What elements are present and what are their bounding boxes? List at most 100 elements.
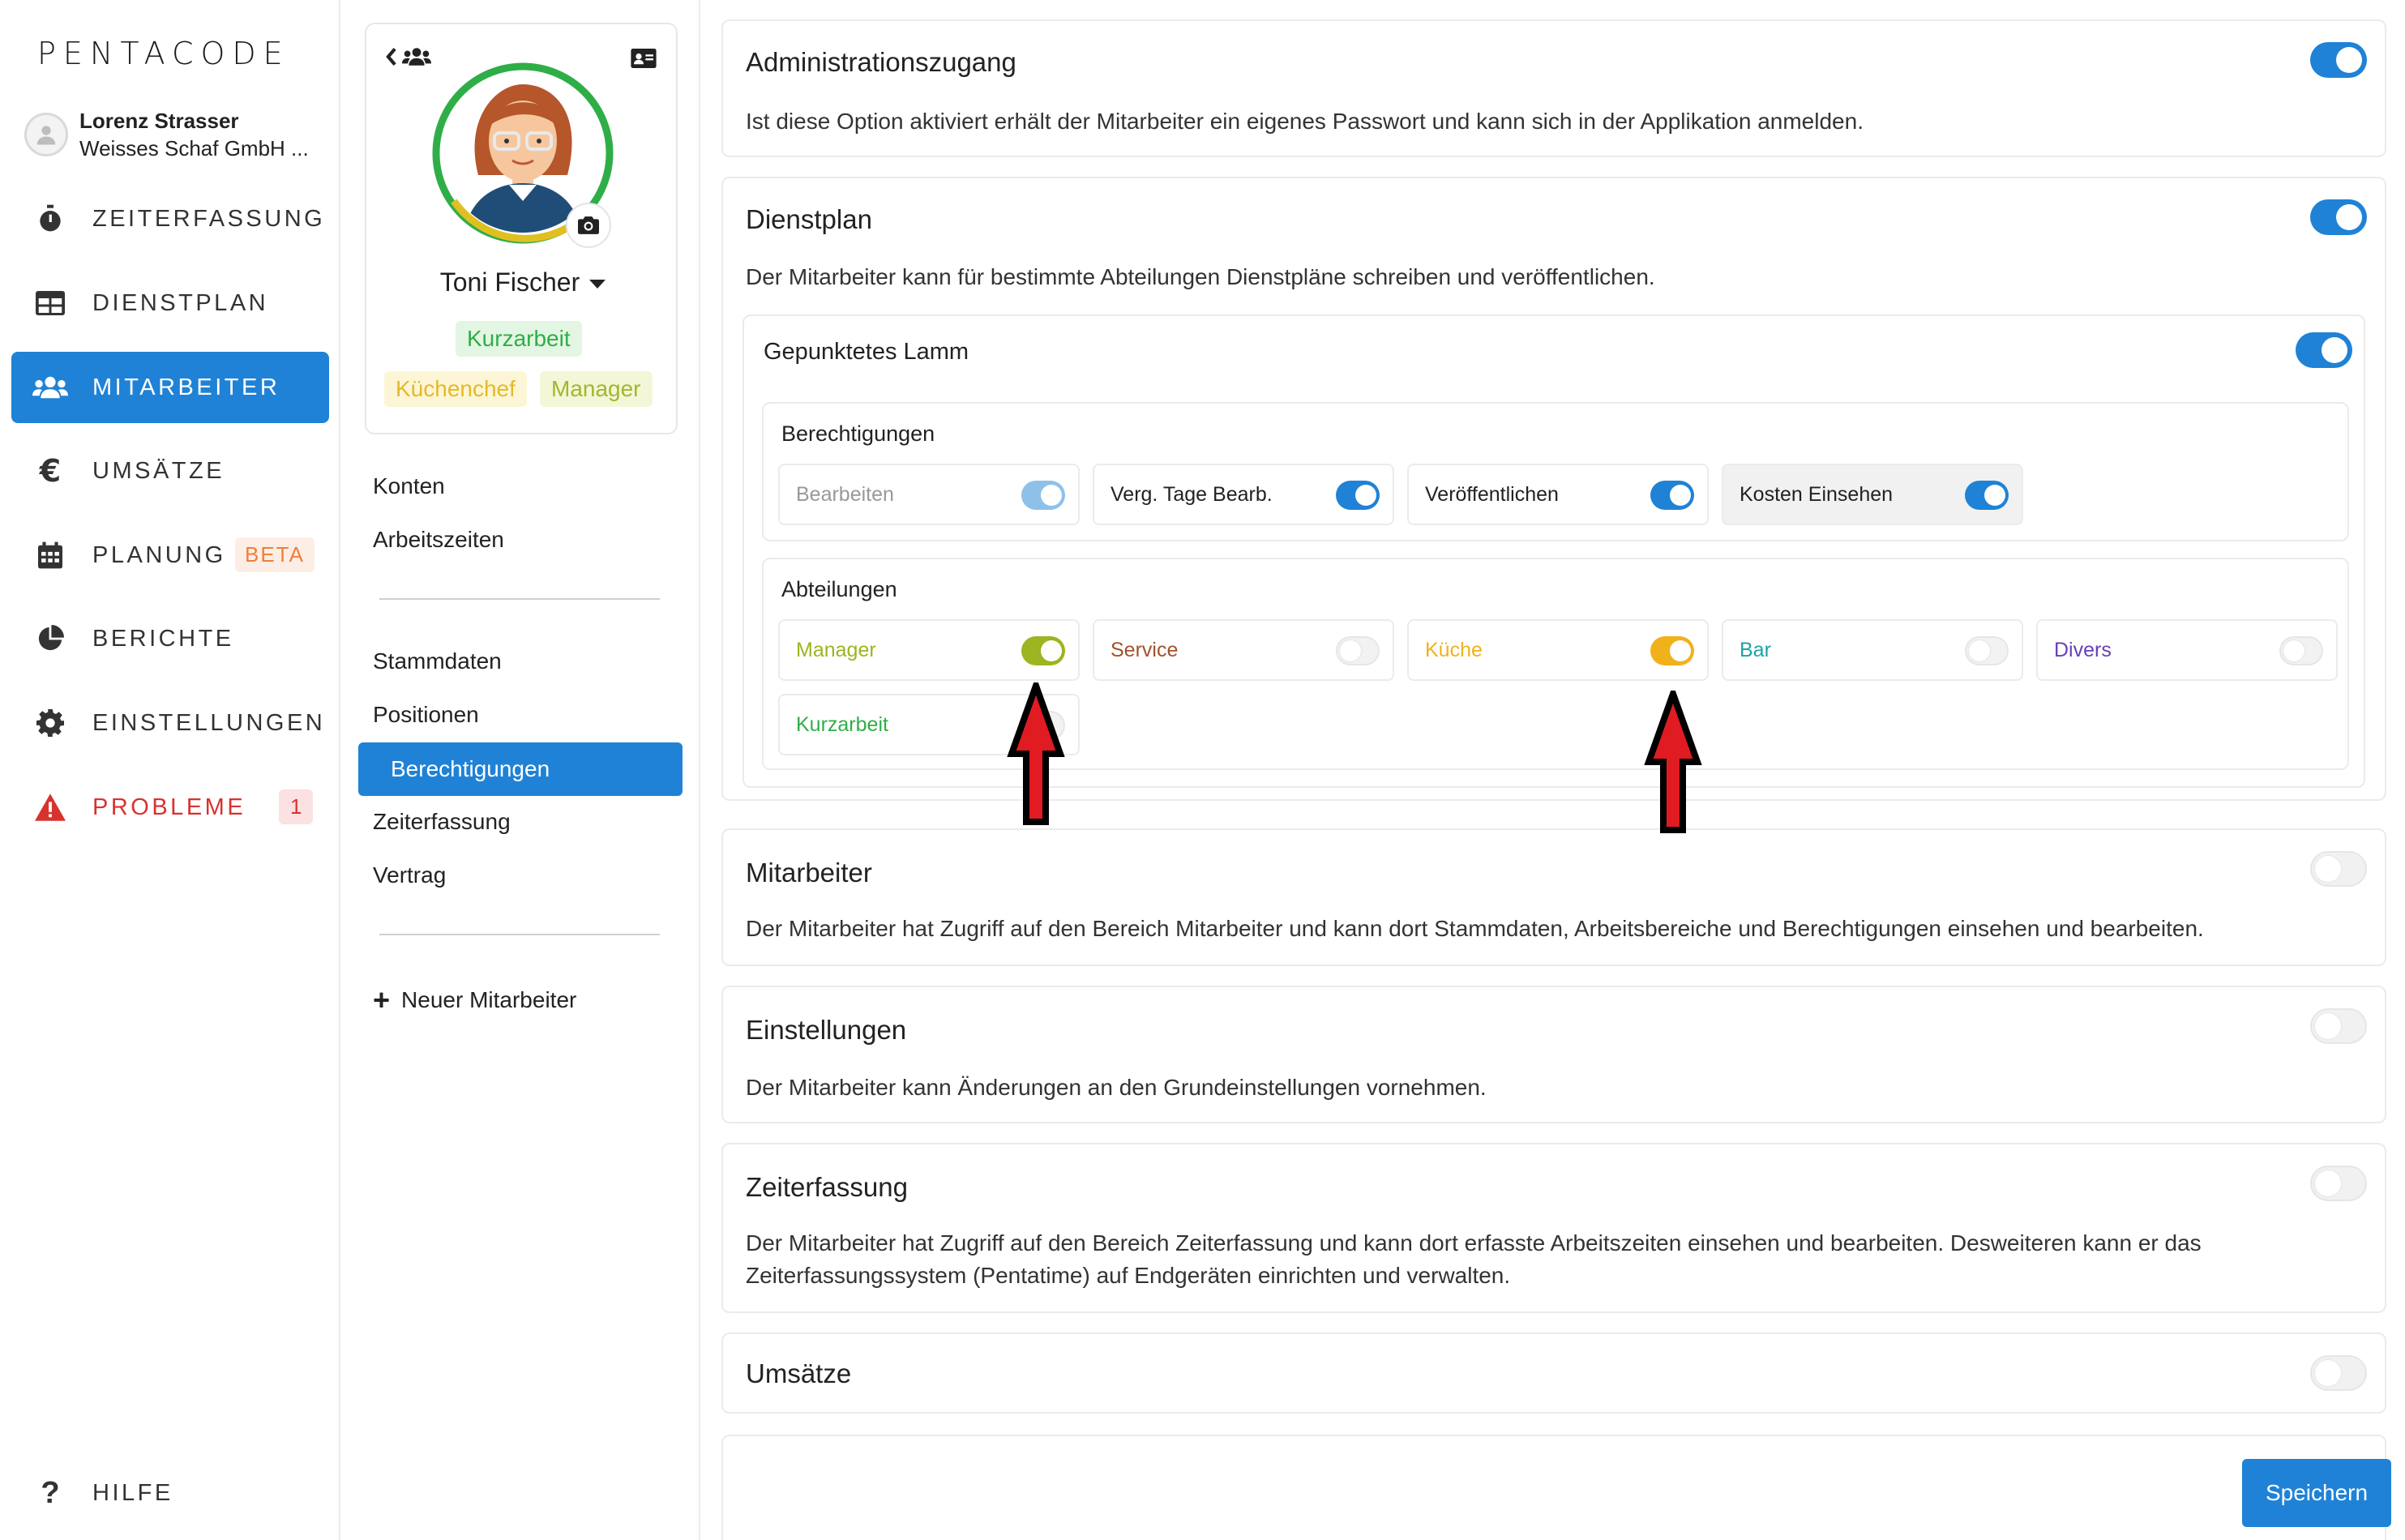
main-sidebar: PENTACODE Lorenz Strasser Weisses Schaf … xyxy=(0,0,340,1540)
new-employee-label: Neuer Mitarbeiter xyxy=(401,987,577,1012)
section-title: Administrationszugang xyxy=(746,47,1016,77)
annotation-arrow-icon xyxy=(1644,691,1702,833)
nav-hilfe[interactable]: ? HILFE xyxy=(11,1457,329,1529)
section-admin: Administrationszugang Ist diese Option a… xyxy=(721,19,2386,157)
euro-icon: € xyxy=(39,453,62,489)
chip-label: Bar xyxy=(1740,639,1771,661)
app-logo: PENTACODE xyxy=(37,36,290,71)
dept-kueche-toggle[interactable] xyxy=(1650,636,1694,665)
save-button[interactable]: Speichern xyxy=(2242,1459,2391,1527)
section-description: Der Mitarbeiter kann Änderungen an den G… xyxy=(746,1075,1487,1100)
chip-label: Service xyxy=(1110,639,1179,661)
users-icon xyxy=(32,370,68,405)
nav-label: BERICHTE xyxy=(92,625,234,652)
dept-divers[interactable]: Divers xyxy=(2036,619,2338,681)
section-description: Der Mitarbeiter kann für bestimmte Abtei… xyxy=(746,264,1655,289)
nav-einstellungen[interactable]: EINSTELLUNGEN xyxy=(11,687,329,759)
problems-count-badge: 1 xyxy=(279,789,314,824)
employee-card: Toni Fischer Kurzarbeit Küchenchef Manag… xyxy=(365,23,678,434)
perm-bearbeiten-toggle[interactable] xyxy=(1021,481,1065,510)
section-mitarbeiter: Mitarbeiter Der Mitarbeiter hat Zugriff … xyxy=(721,828,2386,966)
camera-icon xyxy=(578,216,599,234)
chip-label: Divers xyxy=(2054,639,2112,661)
nav-planung[interactable]: PLANUNG BETA xyxy=(11,520,329,591)
link-stammdaten[interactable]: Stammdaten xyxy=(373,648,502,674)
link-positionen[interactable]: Positionen xyxy=(373,702,479,728)
change-photo-button[interactable] xyxy=(566,203,611,248)
new-employee-button[interactable]: + Neuer Mitarbeiter xyxy=(373,986,576,1015)
nav-umsaetze[interactable]: € UMSÄTZE xyxy=(11,435,329,507)
nav-zeiterfassung[interactable]: ZEITERFASSUNG xyxy=(11,183,329,255)
id-card-icon[interactable] xyxy=(631,49,657,72)
stopwatch-icon xyxy=(32,201,68,237)
group-title: Berechtigungen xyxy=(781,421,935,446)
section-title: Zeiterfassung xyxy=(746,1172,908,1202)
gear-icon xyxy=(32,705,68,741)
dept-service[interactable]: Service xyxy=(1093,619,1394,681)
mitarbeiter-toggle[interactable] xyxy=(2310,851,2367,887)
nav-dienstplan[interactable]: DIENSTPLAN xyxy=(11,267,329,339)
back-to-employees-button[interactable] xyxy=(386,47,431,66)
einstellungen-toggle[interactable] xyxy=(2310,1008,2367,1044)
perm-verg-tage-toggle[interactable] xyxy=(1336,481,1380,510)
link-vertrag[interactable]: Vertrag xyxy=(373,862,446,888)
perm-kosten[interactable]: Kosten Einsehen xyxy=(1722,464,2023,525)
location-toggle[interactable] xyxy=(2296,332,2352,368)
dienstplan-toggle[interactable] xyxy=(2310,199,2367,235)
beta-badge: BETA xyxy=(235,537,315,572)
dept-manager[interactable]: Manager xyxy=(778,619,1080,681)
section-description: Ist diese Option aktiviert erhält der Mi… xyxy=(746,109,1864,134)
section-dienstplan: Dienstplan Der Mitarbeiter kann für best… xyxy=(721,177,2386,801)
employee-name-dropdown[interactable]: Toni Fischer xyxy=(366,267,679,297)
permissions-content: Administrationszugang Ist diese Option a… xyxy=(700,0,2405,1540)
nav-berichte[interactable]: BERICHTE xyxy=(11,603,329,674)
section-einstellungen: Einstellungen Der Mitarbeiter kann Änder… xyxy=(721,986,2386,1123)
tag-kuechenchef: Küchenchef xyxy=(384,371,527,407)
chip-label: Verg. Tage Bearb. xyxy=(1110,483,1273,506)
dept-divers-toggle[interactable] xyxy=(2279,636,2323,665)
nav-label: HILFE xyxy=(92,1479,173,1506)
link-berechtigungen[interactable]: Berechtigungen xyxy=(358,742,683,796)
dept-kueche[interactable]: Küche xyxy=(1407,619,1709,681)
dept-bar[interactable]: Bar xyxy=(1722,619,2023,681)
perm-veroeffentlichen[interactable]: Veröffentlichen xyxy=(1407,464,1709,525)
permissions-group: Berechtigungen Bearbeiten Verg. Tage Bea… xyxy=(762,402,2349,541)
nav-label: ZEITERFASSUNG xyxy=(92,205,326,232)
dept-manager-toggle[interactable] xyxy=(1021,636,1065,665)
annotation-arrow-icon xyxy=(1007,682,1065,825)
nav-label: DIENSTPLAN xyxy=(92,289,269,316)
pie-chart-icon xyxy=(32,621,68,657)
plus-icon: + xyxy=(373,983,391,1016)
perm-bearbeiten[interactable]: Bearbeiten xyxy=(778,464,1080,525)
location-card: Gepunktetes Lamm Berechtigungen Bearbeit… xyxy=(742,314,2365,788)
user-avatar-icon xyxy=(24,113,68,156)
perm-verg-tage[interactable]: Verg. Tage Bearb. xyxy=(1093,464,1394,525)
nav-probleme[interactable]: PROBLEME 1 xyxy=(11,772,329,843)
umsaetze-toggle[interactable] xyxy=(2310,1355,2367,1391)
link-zeiterfassung[interactable]: Zeiterfassung xyxy=(373,809,511,835)
zeiterfassung-toggle[interactable] xyxy=(2310,1166,2367,1201)
link-konten[interactable]: Konten xyxy=(373,473,445,499)
departments-group: Abteilungen Manager Service Küche Bar Di… xyxy=(762,558,2349,770)
dept-bar-toggle[interactable] xyxy=(1965,636,2009,665)
admin-toggle[interactable] xyxy=(2310,42,2367,78)
divider xyxy=(379,934,660,935)
table-icon xyxy=(32,285,68,321)
nav-label: PLANUNG xyxy=(92,541,226,568)
warning-icon xyxy=(32,789,68,825)
nav-label: MITARBEITER xyxy=(92,374,280,400)
nav-mitarbeiter[interactable]: MITARBEITER xyxy=(11,352,329,423)
perm-kosten-toggle[interactable] xyxy=(1965,481,2009,510)
link-arbeitszeiten[interactable]: Arbeitszeiten xyxy=(373,527,504,553)
current-user[interactable]: Lorenz Strasser Weisses Schaf GmbH ... xyxy=(24,107,309,162)
section-umsaetze: Umsätze xyxy=(721,1333,2386,1414)
chevron-left-icon xyxy=(386,48,396,66)
dept-service-toggle[interactable] xyxy=(1336,636,1380,665)
user-name: Lorenz Strasser xyxy=(79,109,239,133)
employee-panel: Toni Fischer Kurzarbeit Küchenchef Manag… xyxy=(340,0,700,1540)
chip-label: Bearbeiten xyxy=(796,483,894,506)
user-company: Weisses Schaf GmbH ... xyxy=(79,136,309,160)
employee-name: Toni Fischer xyxy=(439,267,580,297)
nav-label: PROBLEME xyxy=(92,794,246,820)
perm-veroeffentlichen-toggle[interactable] xyxy=(1650,481,1694,510)
